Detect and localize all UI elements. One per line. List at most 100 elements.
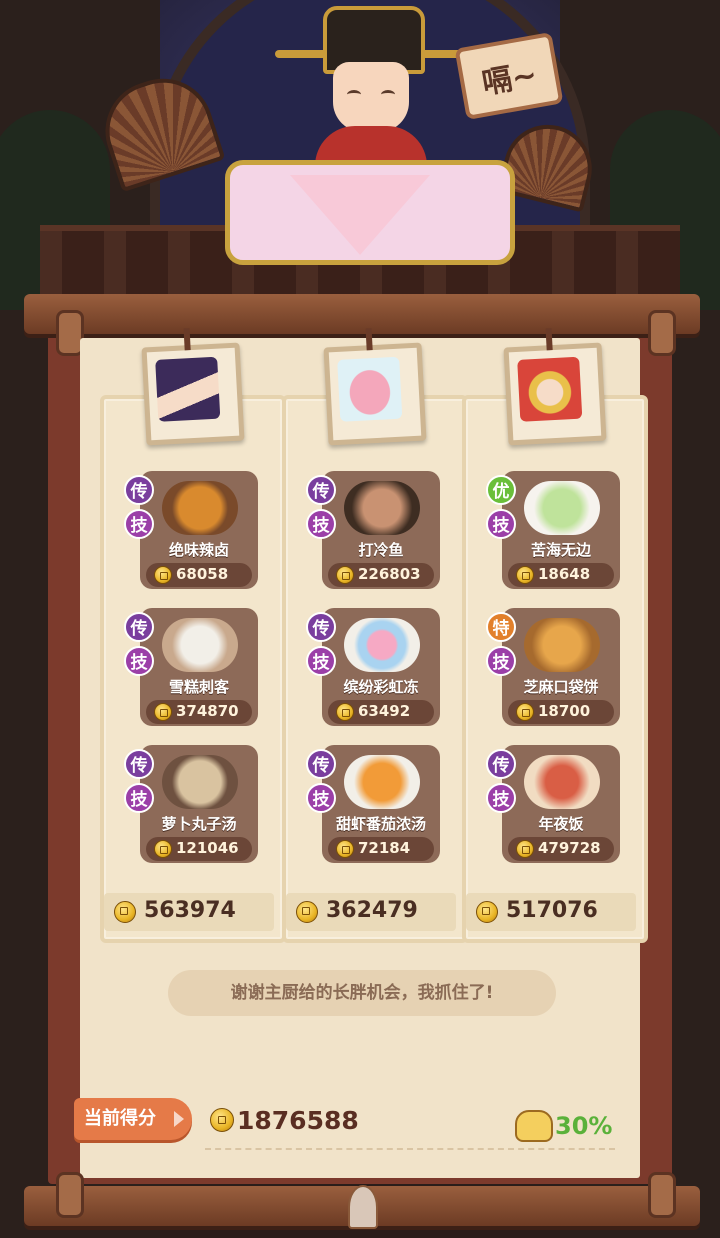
dish-score-pill: 63492 (328, 700, 434, 724)
meatball-soup-icon (162, 755, 238, 809)
pink-dolphin-portrait (337, 356, 403, 422)
desk-cloth (290, 175, 430, 255)
rod-knob (56, 1172, 84, 1218)
ice-cream-assassin-icon (162, 618, 238, 672)
sesame-pocket-bread-icon (524, 618, 600, 672)
speech-sign-text: 嗝~ (479, 57, 540, 102)
column-total: 517076 (506, 898, 598, 923)
coin-icon (336, 703, 354, 721)
skill-badge: 技 (306, 783, 336, 813)
judge-desk (225, 160, 515, 265)
dish-card[interactable]: 传 技 绝味辣卤 68058 (124, 471, 258, 589)
dish-score-pill: 226803 (328, 563, 434, 587)
chef-column: 传 技 绝味辣卤 68058 传 技 雪糕刺客 374870 传 技 萝卜丸子汤 (100, 328, 286, 943)
rank-badge: 优 (486, 475, 516, 505)
current-score-label-text: 当前得分 (84, 1108, 156, 1129)
dish-score-pill: 68058 (146, 563, 252, 587)
coin-icon (114, 901, 136, 923)
rank-badge: 特 (486, 612, 516, 642)
arrow-right-icon (174, 1111, 184, 1127)
coin-icon (476, 901, 498, 923)
opera-king-portrait (517, 356, 583, 422)
current-score-value: 1876588 (237, 1106, 359, 1135)
skill-badge: 技 (486, 646, 516, 676)
chef-portrait[interactable] (141, 328, 245, 446)
dish-score-pill: 18648 (508, 563, 614, 587)
dish-name: 缤纷彩虹冻 (343, 678, 419, 696)
judge-eye (347, 90, 361, 99)
column-total-bar: 517076 (466, 893, 636, 931)
dish-card[interactable]: 传 技 打冷鱼 226803 (306, 471, 440, 589)
coin-icon (516, 566, 534, 584)
dish-name: 萝卜丸子汤 (161, 815, 237, 833)
column-total-bar: 563974 (104, 893, 274, 931)
pin-icon (183, 328, 191, 351)
coin-icon (516, 703, 534, 721)
skill-badge: 技 (124, 783, 154, 813)
dish-card[interactable]: 传 技 萝卜丸子汤 121046 (124, 745, 258, 863)
chef-portrait[interactable] (503, 328, 607, 446)
column-total: 563974 (144, 898, 236, 923)
coin-icon (516, 840, 534, 858)
skill-badge: 技 (124, 509, 154, 539)
column-total-bar: 362479 (286, 893, 456, 931)
dish-card[interactable]: 特 技 芝麻口袋饼 18700 (486, 608, 620, 726)
dish-score: 374870 (176, 702, 239, 720)
dish-name: 甜虾番茄浓汤 (335, 815, 426, 833)
dish-score-pill: 121046 (146, 837, 252, 861)
skill-badge: 技 (306, 646, 336, 676)
rank-badge: 传 (124, 475, 154, 505)
dish-card[interactable]: 传 技 甜虾番茄浓汤 72184 (306, 745, 440, 863)
skill-badge: 技 (486, 509, 516, 539)
dish-card[interactable]: 优 技 苦海无边 18648 (486, 471, 620, 589)
dish-name: 芝麻口袋饼 (523, 678, 599, 696)
dish-card[interactable]: 传 技 年夜饭 479728 (486, 745, 620, 863)
column-total: 362479 (326, 898, 418, 923)
dish-score-pill: 72184 (328, 837, 434, 861)
rank-badge: 传 (306, 475, 336, 505)
coin-icon (296, 901, 318, 923)
coin-icon (336, 840, 354, 858)
dish-score: 68058 (176, 565, 229, 583)
rank-badge: 传 (306, 612, 336, 642)
dish-score-pill: 374870 (146, 700, 252, 724)
dish-name: 雪糕刺客 (168, 678, 229, 696)
new-year-feast-icon (524, 755, 600, 809)
dish-score: 18700 (538, 702, 591, 720)
dish-name: 年夜饭 (538, 815, 584, 833)
dashed-divider (205, 1148, 615, 1150)
rank-badge: 传 (124, 612, 154, 642)
rank-badge: 传 (486, 749, 516, 779)
judge-face (333, 62, 409, 132)
coin-icon (154, 703, 172, 721)
current-score-label: 当前得分 (74, 1098, 192, 1140)
rainbow-jelly-icon (344, 618, 420, 672)
cold-fish-platter-icon (344, 481, 420, 535)
pin-icon (545, 328, 553, 351)
chef-column: 传 技 打冷鱼 226803 传 技 缤纷彩虹冻 63492 传 技 甜虾番茄浓 (282, 328, 468, 943)
dish-score: 18648 (538, 565, 591, 583)
rod-knob (648, 1172, 676, 1218)
chef-portrait[interactable] (323, 328, 427, 446)
dish-score-pill: 479728 (508, 837, 614, 861)
chef-column: 优 技 苦海无边 18648 特 技 芝麻口袋饼 18700 传 技 年夜饭 4… (462, 328, 648, 943)
green-dumplings-icon (524, 481, 600, 535)
dish-card[interactable]: 传 技 缤纷彩虹冻 63492 (306, 608, 440, 726)
dish-name: 打冷鱼 (358, 541, 404, 559)
dish-name: 苦海无边 (530, 541, 591, 559)
shrimp-tomato-soup-icon (344, 755, 420, 809)
coin-icon (336, 566, 354, 584)
skill-badge: 技 (124, 646, 154, 676)
dish-name: 绝味辣卤 (168, 541, 229, 559)
dish-card[interactable]: 传 技 雪糕刺客 374870 (124, 608, 258, 726)
dish-score-pill: 18700 (508, 700, 614, 724)
dish-score: 226803 (358, 565, 421, 583)
rank-badge: 传 (124, 749, 154, 779)
dish-score: 121046 (176, 839, 239, 857)
pin-icon (365, 328, 373, 351)
tassel-ornament (348, 1185, 378, 1229)
rod-knob (648, 310, 676, 356)
bonus-percent: 30% (555, 1112, 613, 1140)
chef-girl-portrait (155, 356, 221, 422)
dish-score: 63492 (358, 702, 411, 720)
